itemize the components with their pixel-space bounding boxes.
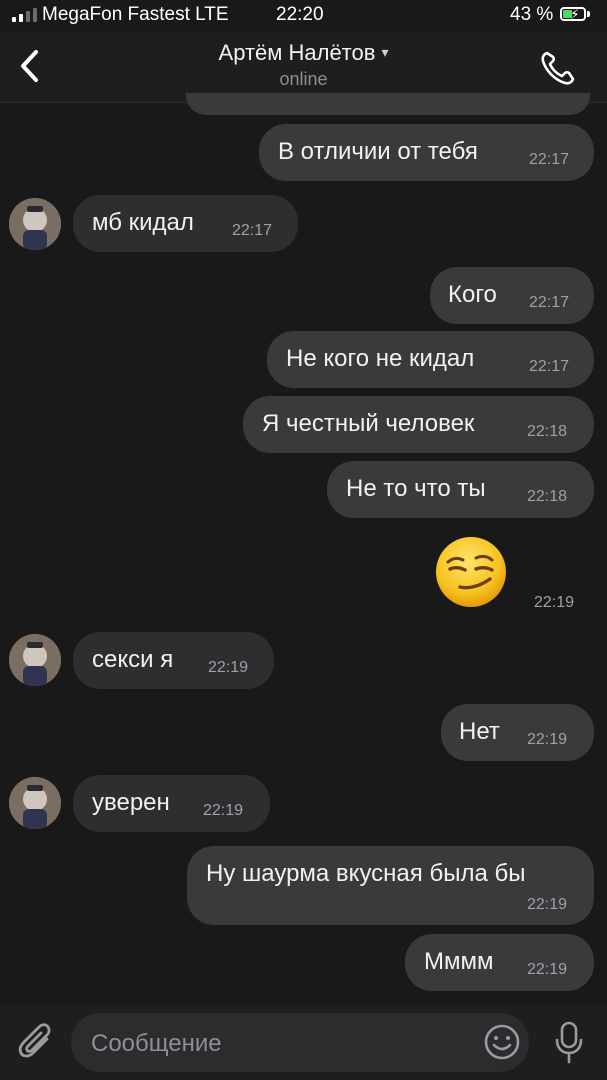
- message-input[interactable]: Сообщение: [71, 1013, 529, 1072]
- message-time: 22:18: [527, 423, 568, 440]
- message-text: Не кого не кидал: [286, 345, 475, 372]
- chat-title-block[interactable]: Артём Налётов ▾ online: [0, 40, 607, 90]
- message-time: 22:18: [527, 488, 568, 505]
- chevron-down-icon: ▾: [381, 44, 389, 60]
- emoji-icon[interactable]: [483, 1023, 521, 1061]
- message-bubble-incoming[interactable]: секси я 22:19: [73, 632, 274, 689]
- message-bubble-incoming[interactable]: уверен 22:19: [73, 775, 270, 832]
- message-text: Не то что ты: [346, 475, 486, 502]
- chat-title: Артём Налётов: [218, 40, 376, 65]
- message-time: 22:19: [208, 659, 249, 676]
- message-time: 22:19: [527, 896, 568, 913]
- paperclip-icon[interactable]: [17, 1021, 55, 1063]
- message-bubble-outgoing[interactable]: В отличии от тебя 22:17: [259, 124, 594, 181]
- message-time: 22:17: [529, 358, 570, 375]
- message-text: Ну шаурма вкусная была бы: [206, 860, 526, 887]
- message-bubble-outgoing[interactable]: Кого 22:17: [430, 267, 594, 324]
- battery-percent: 43 %: [510, 4, 554, 25]
- avatar[interactable]: [9, 198, 61, 250]
- message-time: 22:17: [232, 222, 273, 239]
- message-text: Я честный человек: [262, 410, 475, 437]
- message-bubble-outgoing[interactable]: Нет 22:19: [441, 704, 594, 761]
- message-time: 22:19: [527, 961, 568, 978]
- message-time: 22:17: [529, 294, 570, 311]
- microphone-icon[interactable]: [552, 1020, 586, 1066]
- message-bubble-outgoing[interactable]: Не то что ты 22:18: [327, 461, 594, 518]
- smirking-face-icon[interactable]: [434, 535, 508, 609]
- message-text: мб кидал: [92, 209, 194, 236]
- status-time: 22:20: [276, 4, 324, 25]
- message-text: В отличии от тебя: [278, 138, 478, 165]
- avatar[interactable]: [9, 777, 61, 829]
- message-bubble-partial: [186, 93, 590, 115]
- message-text: Нет: [459, 718, 500, 745]
- message-text: секси я: [92, 646, 174, 673]
- message-time: 22:19: [534, 594, 575, 611]
- online-status: online: [279, 69, 328, 89]
- message-bubble-outgoing[interactable]: Мммм 22:19: [405, 934, 594, 991]
- status-bar: MegaFon Fastest LTE 22:20 43 % ⚡: [0, 0, 607, 32]
- message-text: Кого: [448, 281, 497, 308]
- message-bubble-outgoing[interactable]: Ну шаурма вкусная была бы 22:19: [187, 846, 594, 925]
- carrier-name: MegaFon Fastest LTE: [42, 4, 229, 25]
- composer-bar: Сообщение: [0, 1005, 607, 1080]
- signal-icon: [12, 8, 37, 22]
- message-bubble-outgoing[interactable]: Не кого не кидал 22:17: [267, 331, 594, 388]
- message-time: 22:19: [203, 802, 244, 819]
- message-text: уверен: [92, 789, 170, 816]
- message-input-placeholder: Сообщение: [91, 1030, 222, 1057]
- message-time: 22:19: [527, 731, 568, 748]
- avatar[interactable]: [9, 634, 61, 686]
- message-bubble-outgoing[interactable]: Я честный человек 22:18: [243, 396, 594, 453]
- message-text: Мммм: [424, 948, 494, 975]
- battery-icon: ⚡: [560, 6, 586, 22]
- phone-icon[interactable]: [538, 49, 578, 87]
- message-list[interactable]: В отличии от тебя 22:17 мб кидал 22:17 К…: [0, 93, 607, 1005]
- message-bubble-incoming[interactable]: мб кидал 22:17: [73, 195, 298, 252]
- battery-tip: [587, 11, 590, 17]
- message-time: 22:17: [529, 151, 570, 168]
